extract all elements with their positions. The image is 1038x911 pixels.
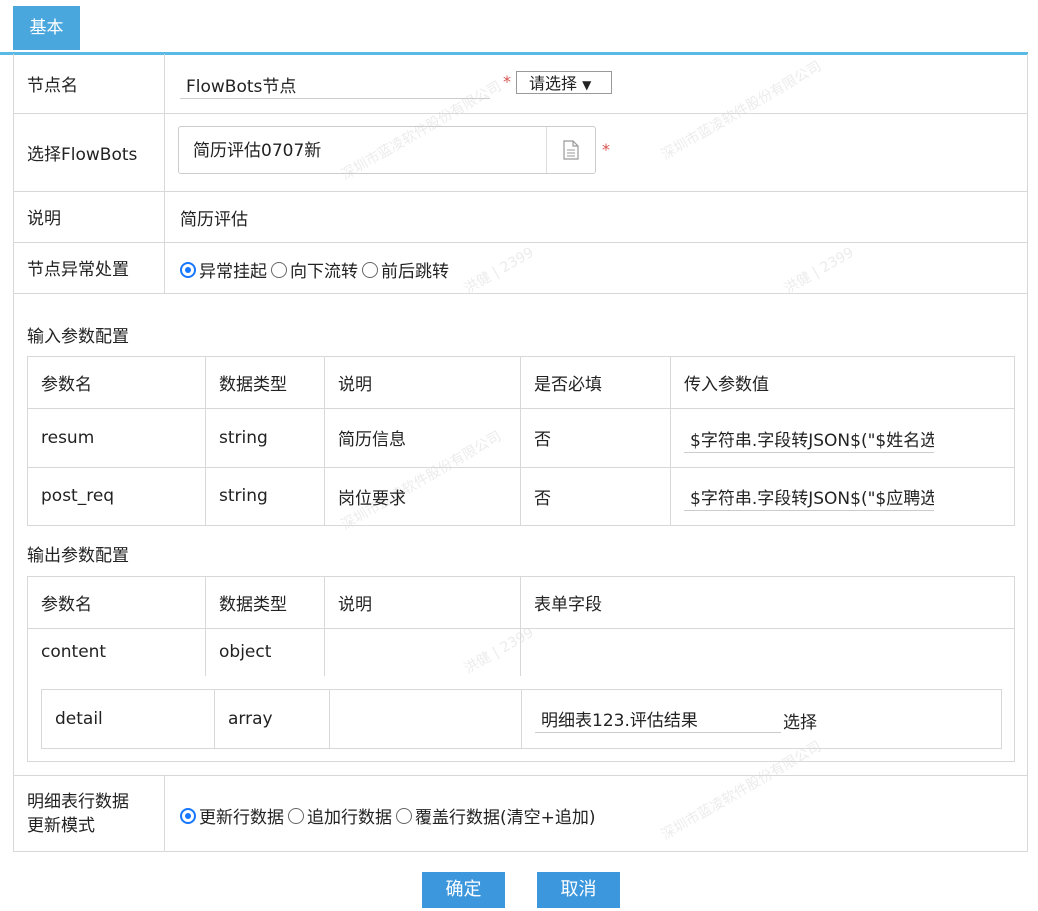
- input-section-title: 输入参数配置: [27, 327, 129, 347]
- output-param-table: 参数名 数据类型 说明 表单字段 content object detail a…: [27, 576, 1015, 762]
- detail-subtable: detail array 选择: [41, 689, 1002, 749]
- exception-radio-group: 异常挂起 向下流转 前后跳转: [180, 257, 453, 282]
- desc-value: 简历评估: [180, 210, 248, 230]
- param-value-input[interactable]: [684, 482, 934, 511]
- radio-overwrite[interactable]: [396, 807, 412, 824]
- radio-append[interactable]: [288, 807, 304, 824]
- node-name-label: 节点名: [14, 54, 165, 113]
- update-mode-row: 明细表行数据 更新模式 更新行数据 追加行数据 覆盖行数据(清空+追加): [14, 775, 1027, 852]
- cancel-button[interactable]: 取消: [537, 872, 620, 908]
- output-section-title: 输出参数配置: [27, 546, 129, 566]
- radio-jump[interactable]: [362, 261, 378, 278]
- radio-suspend[interactable]: [180, 261, 196, 278]
- param-value-input[interactable]: [684, 424, 934, 453]
- radio-flow-down[interactable]: [271, 261, 287, 278]
- flowbots-label: 选择FlowBots: [14, 113, 165, 191]
- select-link[interactable]: 选择: [783, 708, 817, 733]
- node-name-row: 节点名 * 请选择 ▼: [14, 54, 1027, 114]
- radio-update[interactable]: [180, 807, 196, 824]
- table-row: post_req string 岗位要求 否: [28, 467, 1014, 525]
- confirm-button[interactable]: 确定: [422, 872, 505, 908]
- table-header: 参数名 数据类型 说明 是否必填 传入参数值: [28, 357, 1014, 409]
- chevron-down-icon: ▼: [582, 78, 592, 92]
- desc-label: 说明: [14, 191, 165, 242]
- exception-row: 节点异常处置 异常挂起 向下流转 前后跳转: [14, 242, 1027, 294]
- required-mark: *: [503, 72, 511, 91]
- table-header: 参数名 数据类型 说明 表单字段: [28, 577, 1014, 629]
- node-name-select[interactable]: 请选择 ▼: [516, 71, 612, 94]
- desc-row: 说明 简历评估: [14, 191, 1027, 243]
- required-mark: *: [602, 140, 610, 159]
- tab-bar: 基本: [0, 0, 1028, 55]
- exception-label: 节点异常处置: [14, 242, 165, 293]
- input-param-table: 参数名 数据类型 说明 是否必填 传入参数值 resum string 简历信息…: [27, 356, 1015, 526]
- flowbots-selector[interactable]: 简历评估0707新: [178, 126, 596, 174]
- update-mode-radio-group: 更新行数据 追加行数据 覆盖行数据(清空+追加): [180, 803, 600, 828]
- table-row: resum string 简历信息 否: [28, 408, 1014, 468]
- form-field-input[interactable]: [535, 704, 781, 733]
- node-name-input[interactable]: [180, 70, 490, 99]
- table-row: content object: [28, 628, 1014, 676]
- document-icon[interactable]: [546, 127, 595, 173]
- flowbots-value: 简历评估0707新: [193, 141, 322, 161]
- tab-basic[interactable]: 基本: [13, 6, 80, 50]
- update-mode-label: 明细表行数据 更新模式: [14, 776, 165, 852]
